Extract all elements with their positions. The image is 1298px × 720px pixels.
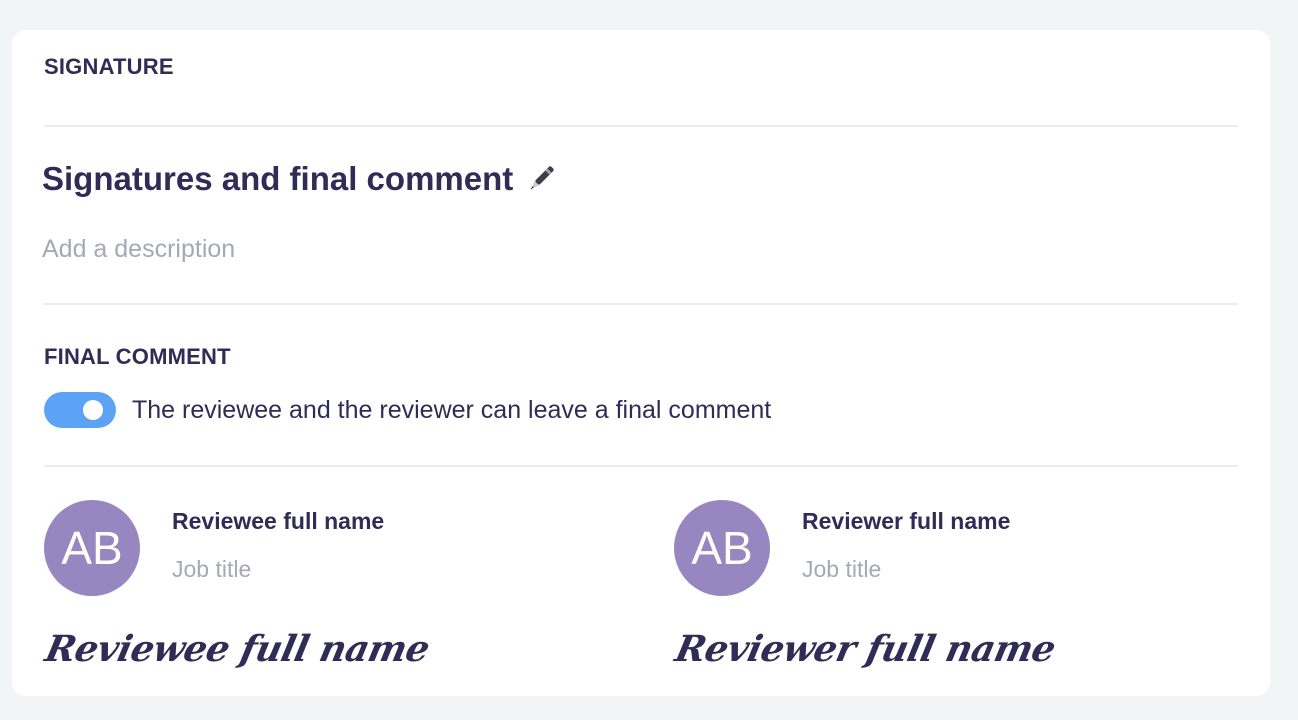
description-input[interactable]: Add a description xyxy=(42,235,235,264)
reviewer-signature: Reviewer full name xyxy=(671,628,1060,670)
avatar: AB xyxy=(674,500,770,596)
reviewee-signature-block: AB Reviewee full name Job title Reviewee… xyxy=(41,500,544,680)
section-title-text[interactable]: Signatures and final comment xyxy=(42,160,513,198)
signature-card: SIGNATURE Signatures and final comment A… xyxy=(12,30,1270,696)
reviewee-signature: Reviewee full name xyxy=(41,628,434,670)
reviewer-job-title: Job title xyxy=(802,556,882,582)
final-comment-toggle-row: The reviewee and the reviewer can leave … xyxy=(44,392,771,428)
reviewer-name: Reviewer full name xyxy=(802,508,1011,534)
reviewee-name: Reviewee full name xyxy=(172,508,385,534)
pen-icon xyxy=(523,161,559,197)
reviewer-signature-block: AB Reviewer full name Job title Reviewer… xyxy=(671,500,1174,680)
reviewee-job-title: Job title xyxy=(172,556,252,582)
avatar: AB xyxy=(44,500,140,596)
section-title[interactable]: Signatures and final comment xyxy=(42,160,559,198)
final-comment-toggle[interactable] xyxy=(44,392,116,428)
toggle-knob xyxy=(83,400,103,420)
divider xyxy=(44,125,1238,127)
section-label-signature: SIGNATURE xyxy=(44,54,174,79)
divider xyxy=(44,303,1238,305)
section-label-final-comment: FINAL COMMENT xyxy=(44,344,231,369)
divider xyxy=(44,465,1238,467)
final-comment-toggle-label: The reviewee and the reviewer can leave … xyxy=(132,395,772,424)
